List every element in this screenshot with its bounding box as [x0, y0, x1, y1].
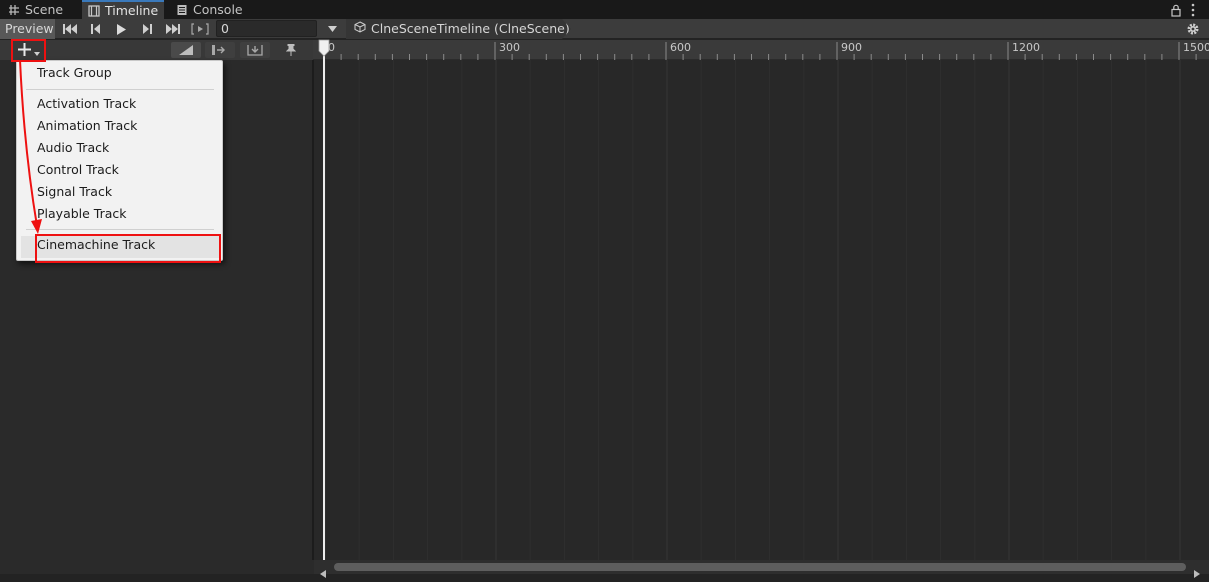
menu-item-activation-track[interactable]: Activation Track	[37, 94, 217, 114]
ruler-ticks	[323, 42, 1197, 60]
next-frame-icon[interactable]	[134, 19, 159, 39]
menu-item-playable-track[interactable]: Playable Track	[37, 204, 217, 224]
annotation-box-cinemachine-track	[35, 234, 221, 263]
tab-scene[interactable]: Scene	[2, 0, 80, 19]
timeline-gridlines	[324, 60, 1181, 560]
timeline-toolbar: Preview 0 ClneSceneTimeline (ClneScene)	[0, 19, 1209, 39]
track-height-icon[interactable]	[171, 42, 201, 58]
grid-icon	[8, 4, 20, 16]
gear-icon[interactable]	[1186, 21, 1200, 40]
tick-label: 1500	[1183, 41, 1209, 54]
cube-icon	[354, 19, 366, 39]
console-icon	[176, 4, 188, 16]
playhead-handle[interactable]	[318, 39, 330, 57]
time-ruler[interactable]: 0 300 600 900 1200 1500	[313, 40, 1209, 60]
tab-scene-label: Scene	[25, 1, 64, 17]
timeline-content-area[interactable]	[314, 60, 1209, 560]
film-icon	[88, 4, 100, 17]
playhead-line	[323, 40, 325, 560]
ripple-mode-icon[interactable]	[205, 42, 235, 58]
menu-item-audio-track[interactable]: Audio Track	[37, 138, 217, 158]
tick-label: 900	[841, 41, 862, 54]
tab-console[interactable]: Console	[170, 0, 250, 19]
scroll-left-icon[interactable]	[320, 563, 326, 582]
breadcrumb[interactable]: ClneSceneTimeline (ClneScene)	[346, 19, 571, 39]
tab-timeline[interactable]: Timeline	[82, 0, 164, 19]
scrollbar-thumb[interactable]	[334, 563, 1186, 571]
breadcrumb-label: ClneSceneTimeline (ClneScene)	[371, 21, 570, 36]
tick-label: 600	[670, 41, 691, 54]
menu-item-control-track[interactable]: Control Track	[37, 160, 217, 180]
frame-input[interactable]: 0	[216, 20, 317, 37]
menu-separator	[26, 89, 214, 90]
menu-item-track-group[interactable]: Track Group	[37, 63, 217, 83]
track-panel-footer	[0, 560, 314, 574]
previous-frame-icon[interactable]	[83, 19, 108, 39]
tab-timeline-label: Timeline	[105, 2, 159, 18]
go-to-end-icon[interactable]	[160, 19, 185, 39]
annotation-arrow	[19, 59, 42, 234]
menu-item-animation-track[interactable]: Animation Track	[37, 116, 217, 136]
go-to-start-icon[interactable]	[57, 19, 82, 39]
track-header-toolbar	[0, 40, 313, 60]
dropdown-arrow-icon[interactable]	[322, 20, 342, 38]
play-range-icon[interactable]	[187, 19, 212, 39]
pin-icon[interactable]	[280, 42, 302, 58]
snap-mode-icon[interactable]	[240, 42, 270, 58]
preview-button[interactable]: Preview	[0, 19, 55, 39]
play-icon[interactable]	[108, 19, 133, 39]
tick-label: 1200	[1012, 41, 1040, 54]
tab-console-label: Console	[193, 1, 243, 17]
scroll-right-icon[interactable]	[1194, 563, 1200, 582]
tick-label: 300	[499, 41, 520, 54]
menu-separator	[26, 229, 214, 230]
menu-item-signal-track[interactable]: Signal Track	[37, 182, 217, 202]
